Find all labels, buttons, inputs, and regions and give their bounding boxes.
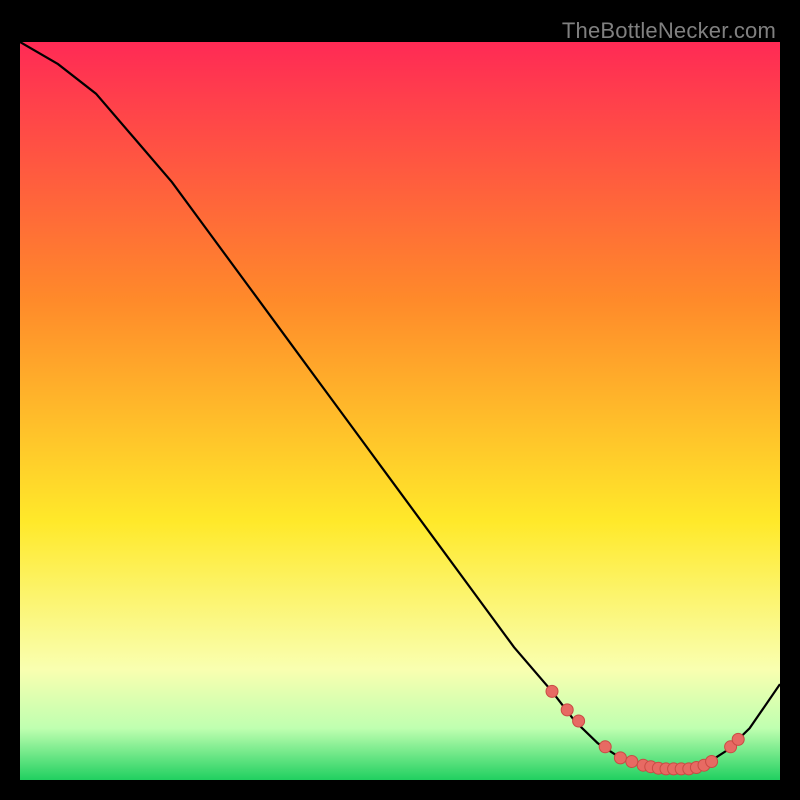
watermark-text: TheBottleNecker.com (562, 18, 776, 44)
data-marker (599, 741, 611, 753)
chart-frame: TheBottleNecker.com (20, 20, 780, 780)
data-marker (573, 715, 585, 727)
data-marker (706, 756, 718, 768)
data-marker (614, 752, 626, 764)
plot-area (20, 42, 780, 780)
gradient-background (20, 42, 780, 780)
data-marker (732, 733, 744, 745)
data-marker (546, 685, 558, 697)
data-marker (626, 756, 638, 768)
data-marker (561, 704, 573, 716)
chart-svg (20, 42, 780, 780)
